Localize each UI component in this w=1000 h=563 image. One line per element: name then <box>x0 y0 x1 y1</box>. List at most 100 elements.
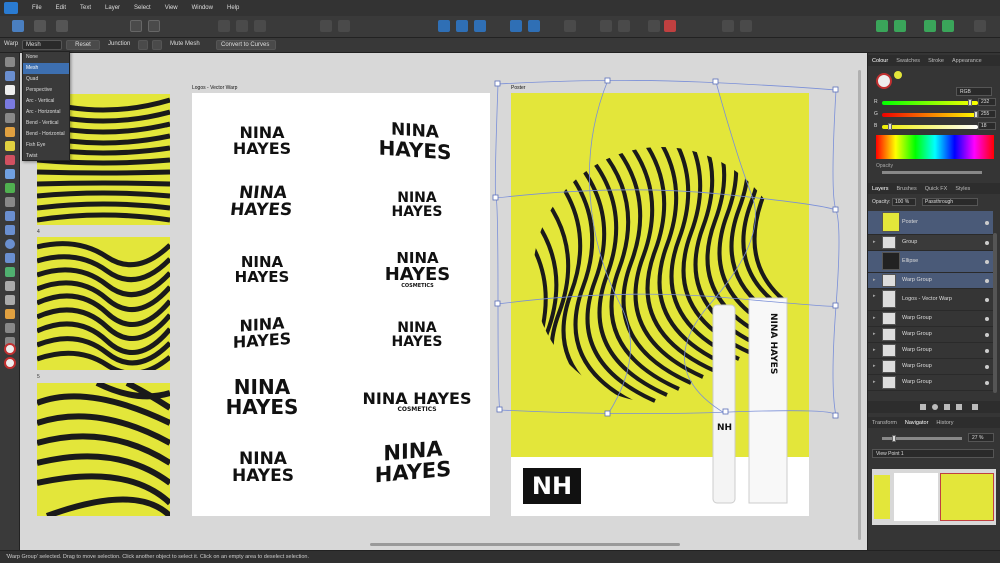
pixel-persona-icon[interactable] <box>34 20 46 32</box>
mute-mesh-toggle[interactable]: Mute Mesh <box>170 41 200 47</box>
logo-6[interactable]: NINA HAYES COSMETICS <box>370 251 465 289</box>
horizontal-scrollbar[interactable] <box>370 543 680 546</box>
stroke-icon[interactable] <box>600 20 612 32</box>
transparency-tool-icon[interactable] <box>5 183 15 193</box>
menu-view[interactable]: View <box>165 5 178 11</box>
view-point-select[interactable]: View Point 1 <box>872 449 994 458</box>
warp-option-arc-vertical[interactable]: Arc - Vertical <box>23 96 69 107</box>
menu-file[interactable]: File <box>32 5 42 11</box>
node-tool-icon[interactable] <box>5 85 15 95</box>
blend-mode-select[interactable]: Passthrough <box>922 198 978 206</box>
tab-history[interactable]: History <box>932 420 957 426</box>
align-right-icon[interactable] <box>474 20 486 32</box>
assistant-icon[interactable] <box>722 20 734 32</box>
layer-row[interactable]: Ellipse <box>868 251 993 273</box>
arrange-icon[interactable] <box>320 20 332 32</box>
logo-5[interactable]: NINA HAYES <box>224 255 300 285</box>
menu-layer[interactable]: Layer <box>105 5 120 11</box>
tab-quick-fx[interactable]: Quick FX <box>921 186 952 192</box>
arrange-front-icon[interactable] <box>338 20 350 32</box>
menu-window[interactable]: Window <box>192 5 213 11</box>
g-slider[interactable] <box>882 111 978 118</box>
zoom-value[interactable]: 27 % <box>968 433 994 442</box>
warp-option-quad[interactable]: Quad <box>23 74 69 85</box>
corner-tool-icon[interactable] <box>5 113 15 123</box>
tab-navigator[interactable]: Navigator <box>901 420 933 426</box>
warp-option-arc-horizontal[interactable]: Arc - Horizontal <box>23 107 69 118</box>
g-value[interactable]: 255 <box>978 110 996 118</box>
navigator-preview[interactable] <box>872 469 996 525</box>
snap-icon[interactable] <box>218 20 230 32</box>
grid-icon[interactable] <box>236 20 248 32</box>
fill-icon[interactable] <box>618 20 630 32</box>
boolean-add-icon[interactable] <box>876 20 888 32</box>
pen-tool-icon[interactable] <box>5 127 15 137</box>
tab-colour[interactable]: Colour <box>868 58 892 64</box>
b-slider[interactable] <box>882 123 978 130</box>
warp-option-none[interactable]: None <box>23 52 69 63</box>
fill-tool-icon[interactable] <box>5 169 15 179</box>
tab-appearance[interactable]: Appearance <box>948 58 986 64</box>
warp-type-select[interactable]: Mesh <box>22 40 62 50</box>
insert-icon[interactable] <box>564 20 576 32</box>
logo-10[interactable]: NINA HAYES COSMETICS <box>352 391 482 413</box>
boolean-intersect-icon[interactable] <box>924 20 936 32</box>
adjustment-icon[interactable] <box>932 404 938 410</box>
hand-tool-icon[interactable] <box>5 323 15 333</box>
fill-colour-swatch[interactable] <box>4 343 16 355</box>
designer-persona-icon[interactable] <box>12 20 24 32</box>
crop-tool-icon[interactable] <box>5 211 15 221</box>
rectangle-tool-icon[interactable] <box>5 225 15 235</box>
place-image-icon[interactable] <box>5 197 15 207</box>
thumb-artboard-3[interactable] <box>37 383 170 516</box>
transform-icon[interactable] <box>254 20 266 32</box>
vertical-scrollbar[interactable] <box>858 70 861 540</box>
junction-smooth-icon[interactable] <box>152 40 162 50</box>
logos-artboard[interactable]: NINA HAYES NINA HAYES NINA HAYES NINA HAYES … <box>192 93 490 516</box>
ellipse-tool-icon[interactable] <box>5 239 15 249</box>
menu-edit[interactable]: Edit <box>56 5 66 11</box>
align-center-icon[interactable] <box>456 20 468 32</box>
menu-text[interactable]: Text <box>80 5 91 11</box>
layer-row[interactable]: ▸ Warp Group <box>868 311 993 327</box>
rotate-icon[interactable] <box>528 20 540 32</box>
tab-transform[interactable]: Transform <box>868 420 901 426</box>
colour-mode-select[interactable]: RGB <box>956 87 992 96</box>
convert-to-curves-button[interactable]: Convert to Curves <box>216 40 276 50</box>
stroke-colour-swatch[interactable] <box>4 357 16 369</box>
tab-layers[interactable]: Layers <box>868 186 893 192</box>
logo-1[interactable]: NINA HAYES <box>222 125 302 157</box>
text-tool-icon[interactable] <box>5 281 15 291</box>
settings-icon[interactable] <box>130 20 142 32</box>
boolean-subtract-icon[interactable] <box>894 20 906 32</box>
layer-row[interactable]: ▸ Logos - Vector Warp <box>868 289 993 311</box>
r-slider[interactable] <box>882 99 978 106</box>
logo-7[interactable]: NINA HAYES <box>224 313 300 352</box>
trash-icon[interactable] <box>972 404 978 410</box>
layer-row[interactable]: ▸ Warp Group <box>868 359 993 375</box>
logo-8[interactable]: NINA HAYES <box>377 321 457 349</box>
warp-mesh-overlay[interactable] <box>490 74 850 424</box>
thumb-artboard-2[interactable] <box>37 237 170 370</box>
warp-option-bend-horizontal[interactable]: Bend - Horizontal <box>23 129 69 140</box>
logo-3[interactable]: NINA HAYES <box>220 183 304 220</box>
stroke-swatch[interactable] <box>894 71 902 79</box>
brush-tool-icon[interactable] <box>5 155 15 165</box>
layer-mask-icon[interactable] <box>920 404 926 410</box>
mode-icon[interactable] <box>740 20 752 32</box>
fill-swatch[interactable] <box>876 73 892 89</box>
frame-text-tool-icon[interactable] <box>5 295 15 305</box>
move-tool-icon[interactable] <box>5 57 15 67</box>
shape-tool-icon[interactable] <box>5 253 15 263</box>
pencil-tool-icon[interactable] <box>5 141 15 151</box>
r-value[interactable]: 232 <box>978 98 996 106</box>
align-left-icon[interactable] <box>438 20 450 32</box>
warp-option-bend-vertical[interactable]: Bend - Vertical <box>23 118 69 129</box>
warp-option-mesh[interactable]: Mesh <box>23 63 69 74</box>
menu-select[interactable]: Select <box>134 5 151 11</box>
contour-tool-icon[interactable] <box>5 99 15 109</box>
layer-row[interactable]: ▸ Warp Group <box>868 327 993 343</box>
layer-row[interactable]: ▸ Warp Group <box>868 343 993 359</box>
studio-icon[interactable] <box>974 20 986 32</box>
boolean-xor-icon[interactable] <box>942 20 954 32</box>
